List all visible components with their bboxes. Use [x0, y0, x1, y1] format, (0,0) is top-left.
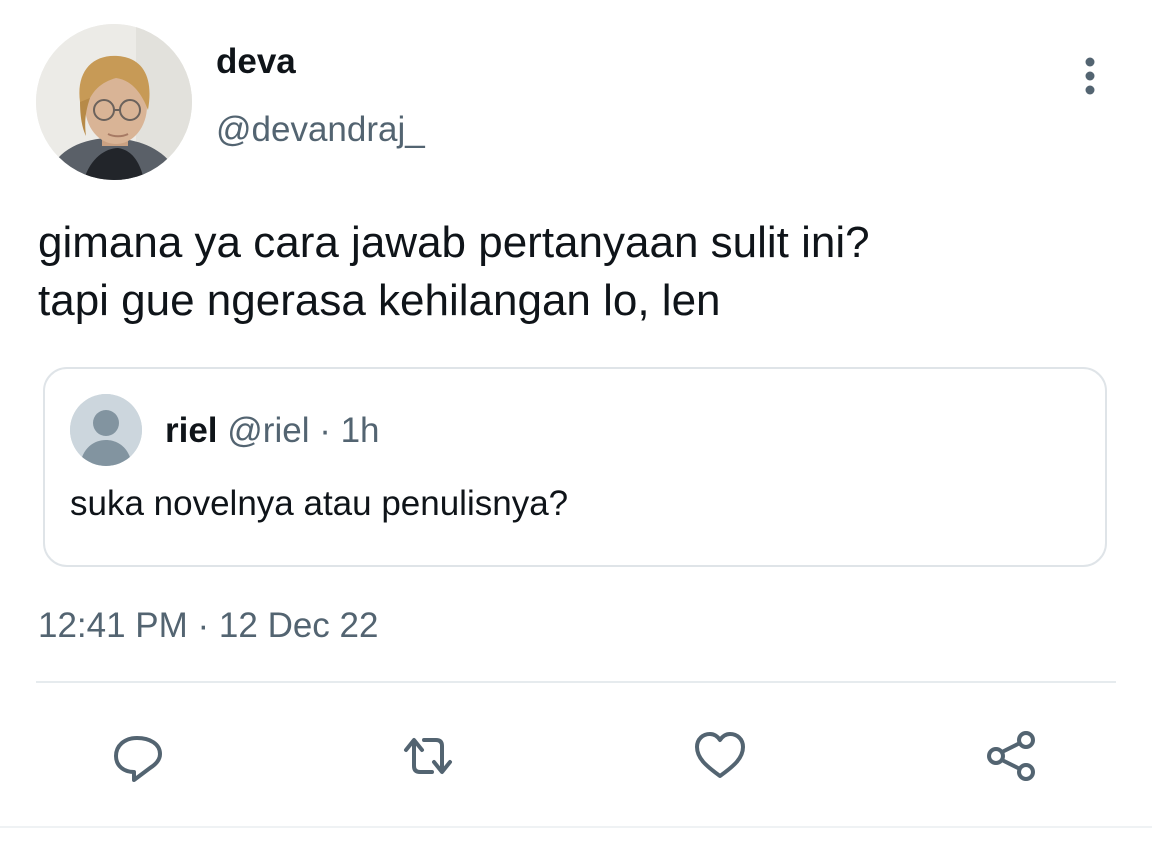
bottom-divider — [0, 826, 1152, 828]
quoted-avatar — [70, 394, 142, 466]
author-name[interactable]: deva — [216, 40, 296, 84]
tweet-text: gimana ya cara jawab pertanyaan sulit in… — [38, 214, 1118, 330]
quoted-text: suka novelnya atau penulisnya? — [70, 484, 569, 523]
quoted-time: 1h — [340, 411, 380, 450]
quoted-separator: · — [309, 411, 341, 450]
quoted-handle: @riel — [227, 411, 310, 450]
quoted-tweet-card[interactable]: riel @riel · 1h suka novelnya atau penul… — [43, 367, 1107, 567]
quoted-name: riel — [165, 411, 218, 450]
like-button[interactable] — [692, 728, 748, 784]
retweet-icon — [404, 738, 452, 774]
more-vertical-icon — [1085, 57, 1095, 95]
reply-button[interactable] — [110, 728, 166, 784]
reply-icon — [114, 736, 162, 782]
tweet-text-line-2: tapi gue ngerasa kehilangan lo, len — [38, 276, 721, 325]
retweet-button[interactable] — [400, 728, 456, 784]
share-icon — [987, 731, 1035, 781]
quoted-header: riel @riel · 1h — [165, 409, 380, 453]
more-options-button[interactable] — [1068, 50, 1112, 102]
divider — [36, 681, 1116, 683]
heart-icon — [695, 732, 745, 778]
author-avatar-photo — [36, 24, 192, 180]
default-avatar-icon — [70, 394, 142, 466]
tweet-text-line-1: gimana ya cara jawab pertanyaan sulit in… — [38, 218, 870, 267]
author-avatar[interactable] — [36, 24, 192, 180]
author-handle[interactable]: @devandraj_ — [216, 108, 425, 152]
tweet-timestamp[interactable]: 12:41 PM · 12 Dec 22 — [38, 604, 378, 648]
share-button[interactable] — [984, 728, 1040, 784]
